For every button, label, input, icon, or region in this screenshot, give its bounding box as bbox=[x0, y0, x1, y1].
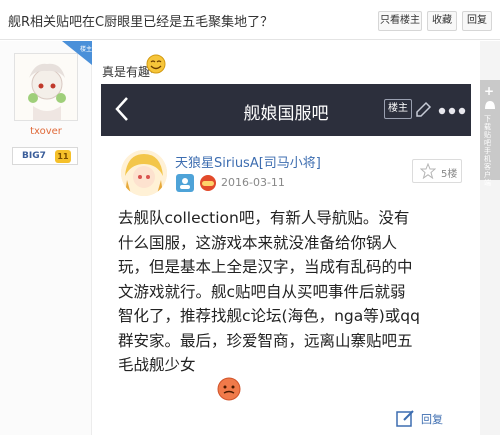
angry-face-emoji-icon bbox=[217, 377, 241, 401]
post-body-line: 毛战舰少女 bbox=[118, 356, 196, 374]
post-body-line: 群安家。最后，珍爱智商，远离山寨贴吧五 bbox=[118, 331, 413, 350]
floor-indicator: 5楼 bbox=[412, 159, 462, 183]
more-dots-icon bbox=[438, 107, 466, 115]
author-username[interactable]: txover bbox=[0, 126, 92, 137]
post-body-line: 文游戏就行。舰c贴吧自从买吧事件后就弱 bbox=[118, 282, 406, 301]
star-icon bbox=[420, 163, 436, 179]
level-name: BIG7 bbox=[22, 151, 46, 161]
reply-button[interactable]: 回复 bbox=[462, 11, 492, 31]
download-client-text: 下载贴吧手机客户端 bbox=[484, 115, 491, 187]
edit-icon bbox=[416, 101, 432, 117]
game-badge-icon bbox=[200, 175, 216, 191]
floor-label: 5楼 bbox=[441, 169, 458, 180]
op-badge-text: 楼主 bbox=[80, 45, 92, 53]
only-op-button[interactable]: 只看楼主 bbox=[378, 11, 422, 31]
author-column: 楼主 txover BIG7 11 bbox=[0, 41, 92, 435]
embedded-screenshot: 舰娘国服吧 楼主 天狼星SiriusA[司马小将] 2016-03-11 5楼 … bbox=[101, 84, 471, 435]
side-download-tool[interactable]: + 下载贴吧手机客户端 bbox=[480, 80, 500, 187]
reply-edit-icon bbox=[396, 410, 414, 427]
thread-header: 舰R相关贴吧在C厨眼里已经是五毛聚集地了？ 只看楼主 收藏 回复 bbox=[0, 0, 500, 40]
thread-title: 舰R相关贴吧在C厨眼里已经是五毛聚集地了？ bbox=[8, 15, 274, 30]
poster-name: 天狼星SiriusA[司马小将] bbox=[175, 156, 321, 171]
post-body-line: 玩，但是基本上全是汉字，当成有乱码的中 bbox=[118, 258, 413, 276]
plus-icon: + bbox=[484, 84, 495, 98]
poster-avatar bbox=[121, 150, 167, 196]
thread-page: 舰R相关贴吧在C厨眼里已经是五毛聚集地了？ 只看楼主 收藏 回复 楼主 txov… bbox=[0, 0, 500, 435]
post-body-line: 去舰队collection吧，有新人导航贴。没有 bbox=[118, 209, 410, 227]
post-content: 真是有趣~ 舰娘国服吧 楼主 天狼星SiriusA[司马小将] 2016-03-… bbox=[92, 41, 480, 435]
author-level-badge: BIG7 11 bbox=[12, 147, 78, 165]
mobile-nav-bar: 舰娘国服吧 楼主 bbox=[101, 84, 471, 136]
post-body-line: 什么国服，这游戏本来就没准备给你锅人 bbox=[118, 233, 398, 252]
user-badge-icon bbox=[176, 174, 194, 192]
post-body-line: 智化了，推荐找舰c论坛(海色，nga等)或qq bbox=[118, 307, 420, 325]
smile-emoji-icon bbox=[146, 54, 166, 74]
android-icon bbox=[485, 101, 495, 109]
level-number: 11 bbox=[55, 150, 71, 163]
favorite-button[interactable]: 收藏 bbox=[427, 11, 457, 31]
reply-label: 回复 bbox=[421, 413, 443, 426]
mobile-op-filter-button: 楼主 bbox=[384, 99, 412, 119]
op-badge-icon: 楼主 bbox=[62, 41, 92, 65]
post-body: 去舰队collection吧，有新人导航贴。没有 什么国服，这游戏本来就没准备给… bbox=[118, 206, 470, 378]
post-date: 2016-03-11 bbox=[221, 176, 285, 189]
